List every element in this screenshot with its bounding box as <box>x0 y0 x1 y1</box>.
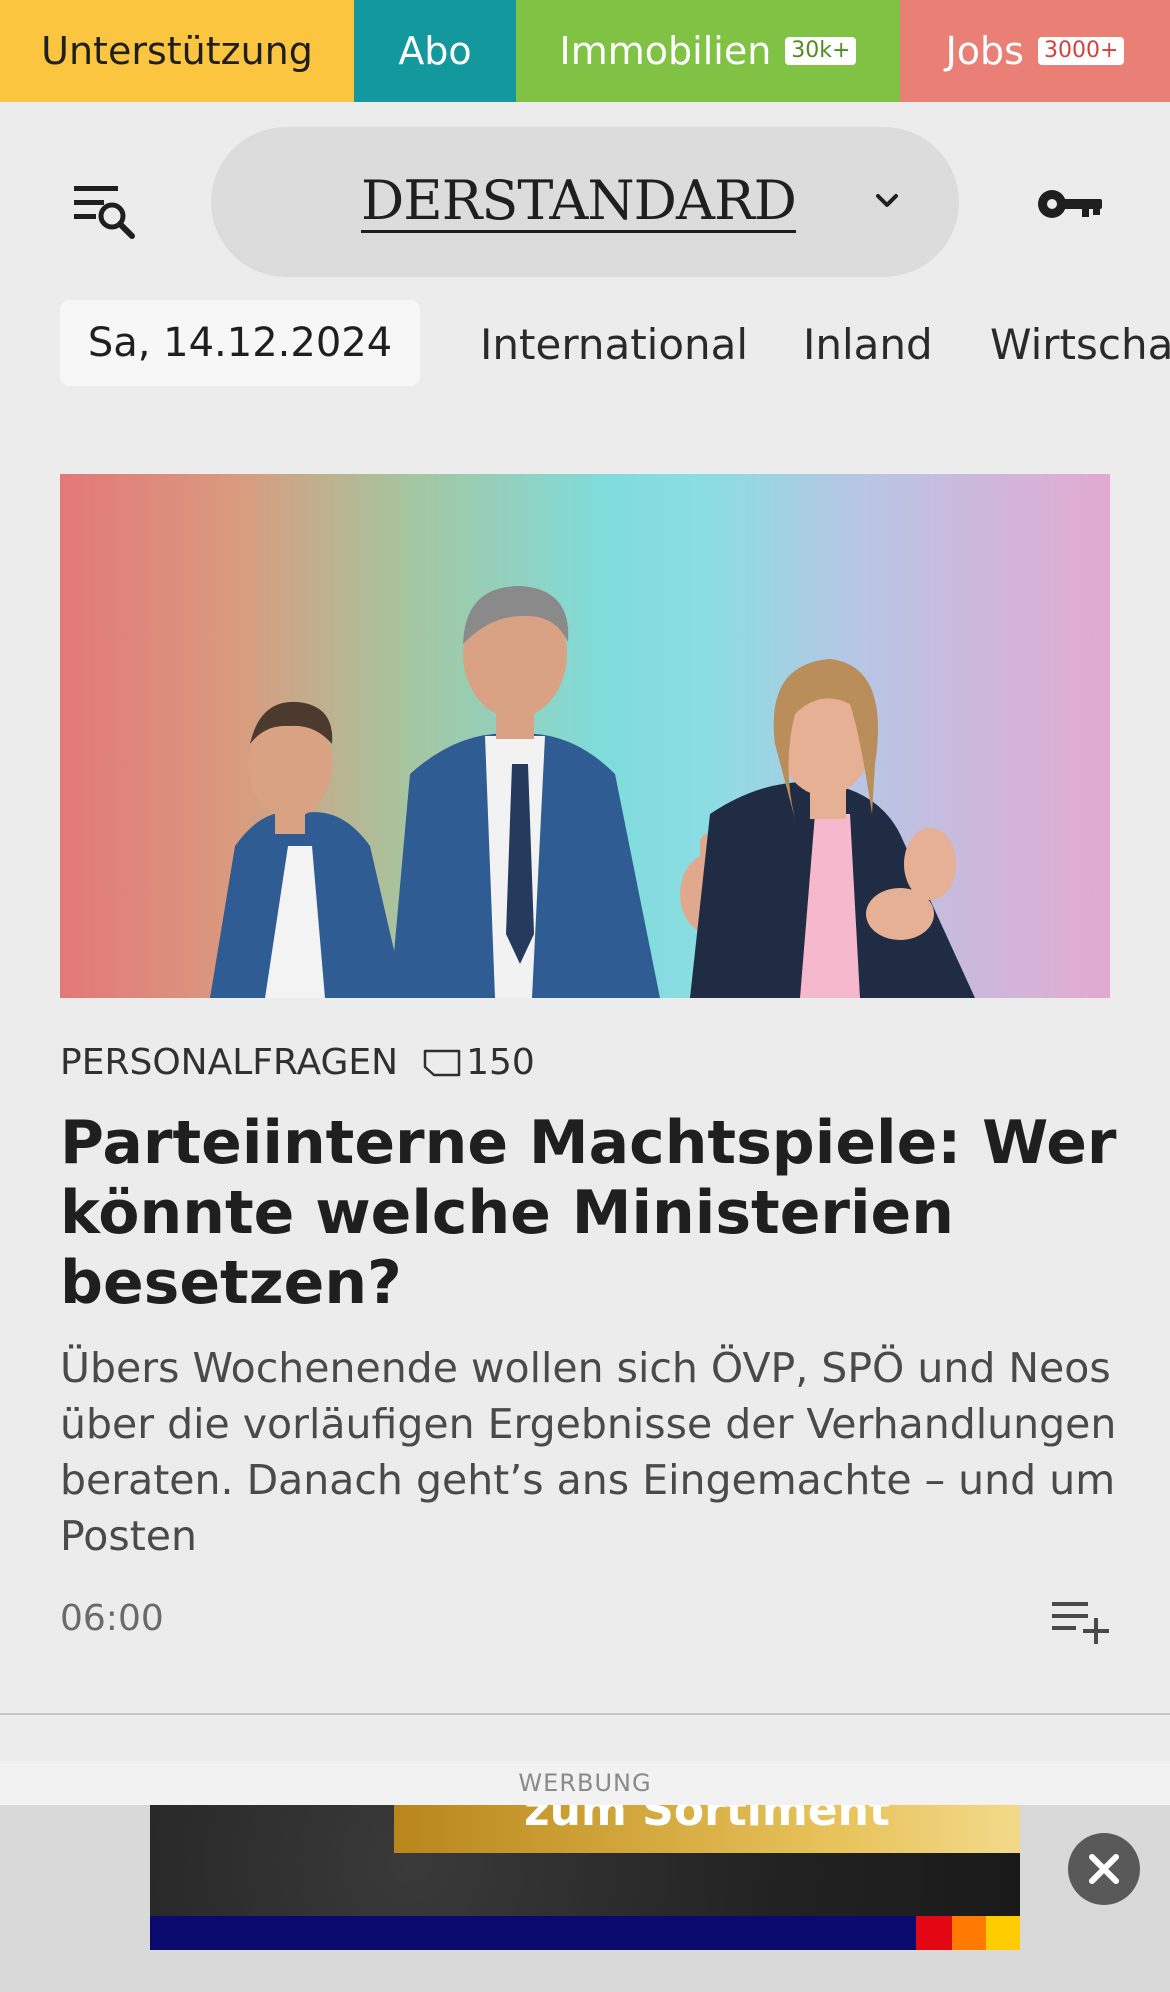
playlist-add-icon <box>1052 1602 1109 1644</box>
nav-item-international[interactable]: International <box>480 320 748 369</box>
tab-jobs[interactable]: Jobs 3000+ <box>900 0 1170 102</box>
header: DERSTANDARD <box>0 102 1170 298</box>
divider <box>0 1713 1170 1715</box>
immobilien-count-badge: 30k+ <box>785 37 857 65</box>
tab-support[interactable]: Unterstützung <box>0 0 354 102</box>
section-nav: Sa, 14.12.2024 International Inland Wirt… <box>0 298 1170 388</box>
tab-abo[interactable]: Abo <box>354 0 516 102</box>
article-headline[interactable]: Parteiinterne Machtspiele: Wer könnte we… <box>60 1108 1120 1318</box>
site-logo: DERSTANDARD <box>361 169 797 233</box>
chevron-down-icon[interactable] <box>871 185 903 217</box>
ad-stripe-yellow <box>986 1916 1020 1950</box>
tab-immobilien[interactable]: Immobilien 30k+ <box>516 0 900 102</box>
add-to-reading-list-button[interactable] <box>1050 1596 1112 1644</box>
menu-search-icon <box>74 186 135 239</box>
ad-close-button[interactable] <box>1068 1833 1140 1905</box>
article-kicker[interactable]: PERSONALFRAGEN <box>60 1042 398 1083</box>
comments-link[interactable]: 150 <box>422 1042 535 1083</box>
article-meta: PERSONALFRAGEN 150 <box>60 1042 535 1083</box>
logo-pill[interactable]: DERSTANDARD <box>211 127 959 277</box>
top-tabs: Unterstützung Abo Immobilien 30k+ Jobs 3… <box>0 0 1170 102</box>
article-time: 06:00 <box>60 1598 164 1639</box>
nav-item-inland[interactable]: Inland <box>803 320 933 369</box>
tab-support-label: Unterstützung <box>41 29 313 73</box>
ad-stripe-orange <box>952 1916 986 1950</box>
date-chip[interactable]: Sa, 14.12.2024 <box>60 300 420 386</box>
login-button[interactable] <box>1036 174 1106 234</box>
ad-label: WERBUNG <box>0 1761 1170 1805</box>
close-icon <box>1089 1854 1119 1884</box>
article-hero-image[interactable] <box>60 474 1110 998</box>
ad-brand-stripe <box>150 1916 1020 1950</box>
ad-cta-button[interactable]: zum Sortiment <box>394 1805 1020 1853</box>
ad-banner[interactable]: zum Sortiment <box>150 1805 1020 1950</box>
page: Unterstützung Abo Immobilien 30k+ Jobs 3… <box>0 0 1170 1992</box>
jobs-count-badge: 3000+ <box>1037 37 1125 65</box>
ad-container: zum Sortiment <box>0 1805 1170 1992</box>
tab-immobilien-label: Immobilien <box>559 29 772 73</box>
article-teaser[interactable]: Übers Wochenende wollen sich ÖVP, SPÖ un… <box>60 1340 1120 1564</box>
nav-item-wirtschaft[interactable]: Wirtschaft <box>990 320 1170 369</box>
ad-stripe-red <box>916 1916 952 1950</box>
comment-icon <box>423 1049 461 1076</box>
hero-illustration <box>210 586 975 998</box>
tab-abo-label: Abo <box>398 29 472 73</box>
tab-jobs-label: Jobs <box>945 29 1024 73</box>
key-icon <box>1038 190 1102 218</box>
menu-search-button[interactable] <box>72 182 138 242</box>
comment-count: 150 <box>466 1042 535 1083</box>
